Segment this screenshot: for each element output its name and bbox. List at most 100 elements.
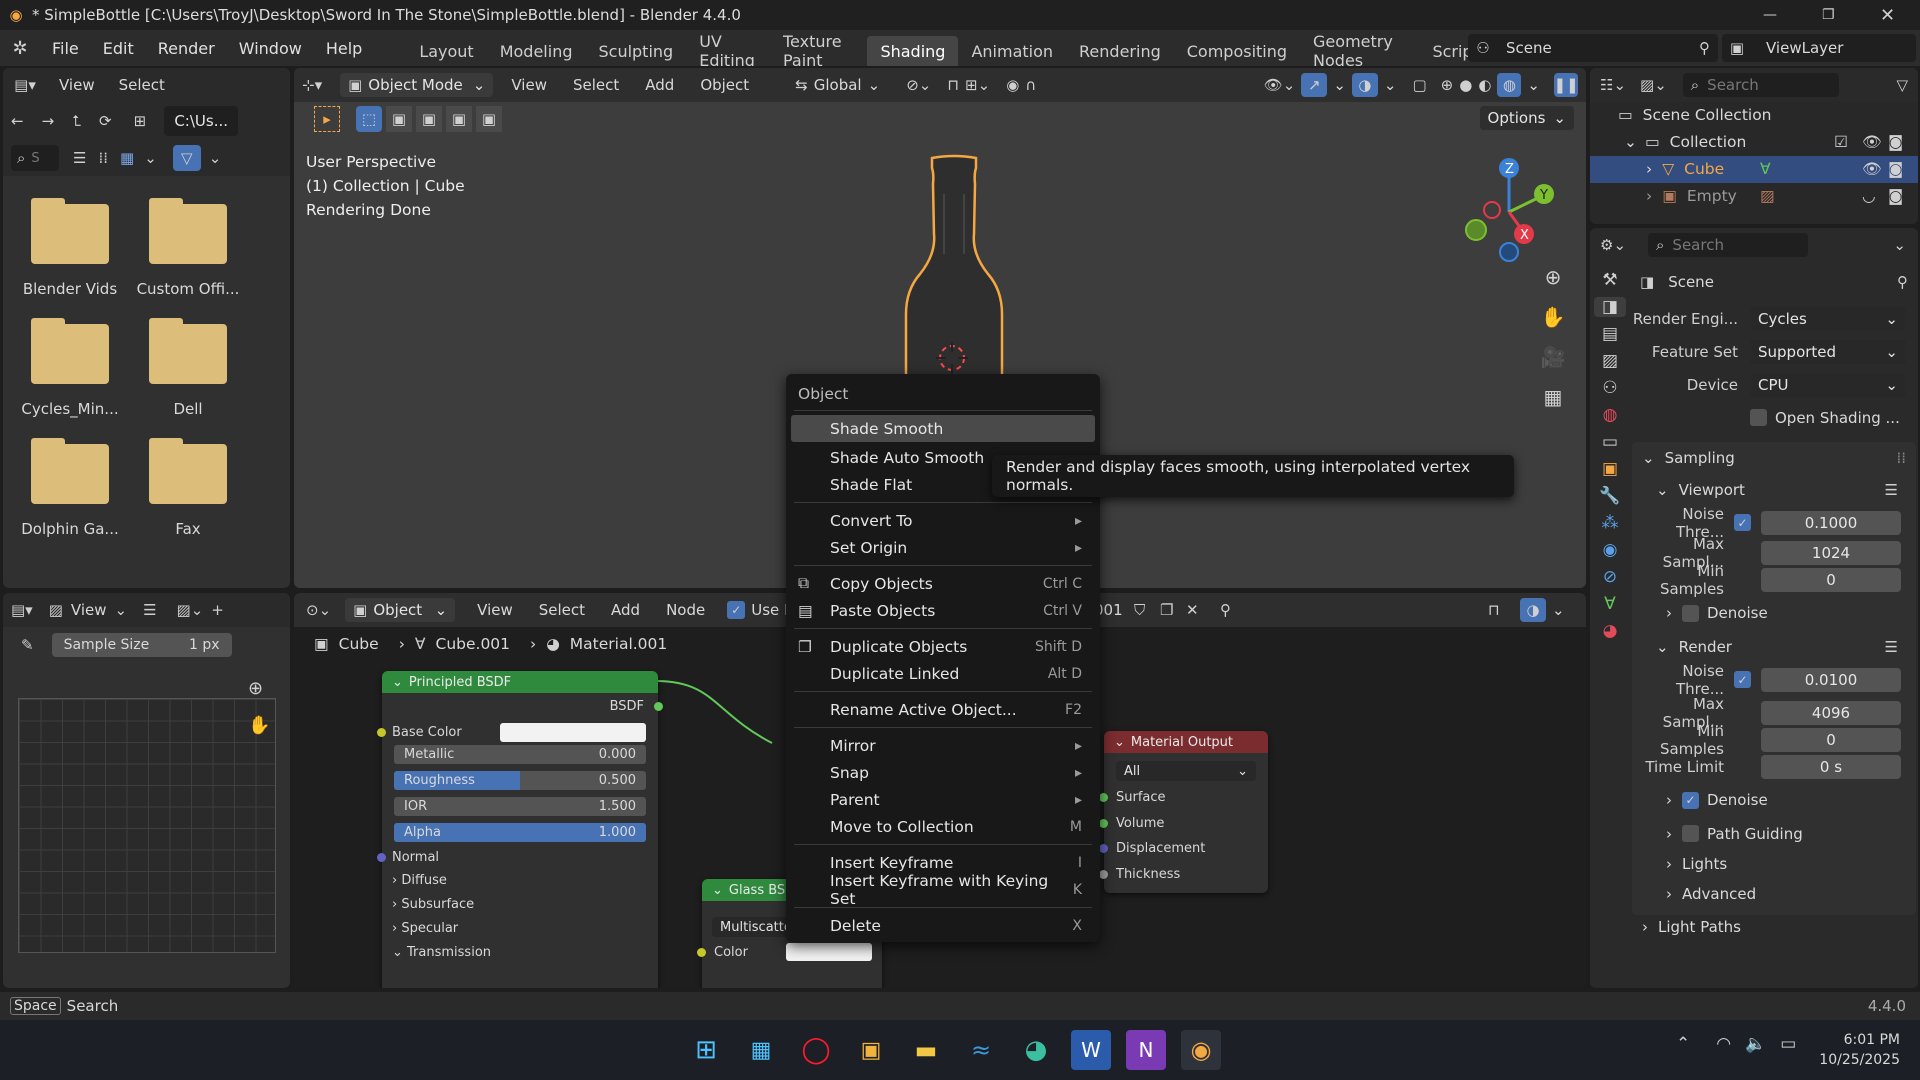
hand-icon[interactable]: ✋ (1536, 300, 1570, 334)
tab-rendering[interactable]: Rendering (1066, 36, 1174, 66)
file-select-menu[interactable]: Select (119, 76, 165, 94)
outliner-item-cube[interactable]: › ▽ Cube ∀ 👁 ◙ (1590, 156, 1918, 183)
outliner-item-empty[interactable]: › ▣ Empty ▨ ◡ ◙ (1590, 183, 1918, 210)
maximize-icon[interactable]: ❐ (1822, 7, 1835, 23)
checkbox-icon[interactable]: ☑ (1834, 129, 1848, 156)
duplicate-material-icon[interactable]: ❐ (1160, 601, 1173, 619)
volume-icon[interactable]: 🔈 (1745, 1034, 1766, 1054)
feature-set-dropdown[interactable]: Supported ⌄ (1750, 339, 1906, 364)
viewport-add-menu[interactable]: Add (645, 76, 674, 94)
base-color-socket[interactable] (377, 727, 386, 737)
blender-menu-icon[interactable]: ✲ (0, 38, 40, 59)
dolphin-icon[interactable]: ≈ (961, 1030, 1001, 1070)
overlay-toggle-icon[interactable]: ◑ (1520, 598, 1546, 622)
menu-window[interactable]: Window (227, 30, 314, 66)
convert-to-item[interactable]: Convert To ▸ (786, 507, 1100, 534)
node-view-menu[interactable]: View (477, 601, 513, 619)
time-limit-field[interactable]: 0 s (1761, 754, 1901, 779)
rename-item[interactable]: Rename Active Object... F2 (786, 696, 1100, 723)
principled-bsdf-node[interactable]: ⌄ Principled BSDF BSDF Base Color Metalli… (377, 671, 663, 988)
modifier-tab-icon[interactable]: 🔧 (1599, 486, 1620, 506)
use-nodes-checkbox[interactable]: ✓ (727, 601, 746, 619)
node-select-menu[interactable]: Select (539, 601, 585, 619)
path-field[interactable]: C:\Us... (164, 106, 239, 136)
folder-item[interactable]: Dolphin Ga... (11, 436, 129, 538)
select-new-icon[interactable]: ⬚ (356, 106, 382, 132)
render-denoise-row[interactable]: › ✓ Denoise (1632, 780, 1916, 820)
outliner-search-input[interactable]: ⌕ Search (1682, 73, 1839, 97)
windows-start-icon[interactable]: ⊞ (686, 1030, 726, 1070)
chevron-up-icon[interactable]: ⌃ (1676, 1034, 1690, 1054)
view-layer-tab-icon[interactable]: ▨ (1602, 351, 1618, 371)
render-denoise-checkbox[interactable]: ✓ (1682, 791, 1699, 809)
tool-tab-icon[interactable]: ⚒ (1602, 270, 1617, 290)
scene-tab-icon[interactable]: ⚇ (1602, 378, 1617, 398)
pin-icon[interactable]: ⚲ (1699, 39, 1710, 57)
editor-type-icon[interactable]: ▤▾ (11, 601, 33, 619)
navigation-gizmo[interactable]: Z Y X (1454, 152, 1564, 262)
editor-type-icon[interactable]: ⊙⌄ (306, 601, 331, 619)
close-icon[interactable]: ✕ (1880, 5, 1895, 26)
render-noise-checkbox[interactable]: ✓ (1734, 671, 1751, 688)
pin-icon[interactable]: ⚲ (1897, 273, 1908, 291)
rendered-shading-icon[interactable]: ◍ (1497, 73, 1522, 97)
breadcrumb-object[interactable]: Cube (339, 635, 379, 653)
eye-icon[interactable]: 👁 (1862, 156, 1882, 183)
surface-socket[interactable] (1099, 793, 1108, 803)
sampling-panel-header[interactable]: ⌄ Sampling ⁞⁞ (1632, 442, 1916, 474)
camera-icon[interactable]: 🎥 (1536, 340, 1570, 374)
tab-modeling[interactable]: Modeling (487, 36, 586, 66)
collection-tab-icon[interactable]: ▭ (1602, 432, 1618, 452)
tab-animation[interactable]: Animation (958, 36, 1066, 66)
panel-specular[interactable]: › Specular (392, 917, 658, 941)
viewport-max-samples-field[interactable]: 1024 (1761, 540, 1901, 565)
grid-perspective-icon[interactable]: ▦ (1536, 380, 1570, 414)
image-canvas-grid[interactable] (18, 698, 276, 953)
transform-orientation-icon[interactable]: ⇆ (795, 76, 808, 94)
panel-diffuse[interactable]: › Diffuse (392, 869, 658, 893)
editor-type-icon[interactable]: ⚙⌄ (1600, 236, 1626, 254)
mirror-item[interactable]: Mirror ▸ (786, 732, 1100, 759)
bsdf-node-header[interactable]: ⌄ Principled BSDF (382, 671, 658, 693)
editor-type-icon[interactable]: ☷⌄ (1600, 76, 1626, 94)
hand-icon[interactable]: ✋ (248, 715, 270, 736)
folder-item[interactable]: Blender Vids (11, 196, 129, 298)
scene-selector[interactable]: ⚇ Scene ⚲ (1468, 34, 1718, 62)
shade-smooth-item[interactable]: Shade Smooth (791, 415, 1095, 442)
back-icon[interactable]: ← (11, 112, 24, 130)
advanced-row[interactable]: › Advanced (1632, 880, 1916, 907)
bsdf-output-socket[interactable] (654, 701, 663, 711)
store-icon[interactable]: ▣ (851, 1030, 891, 1070)
ior-slider[interactable]: IOR 1.500 (394, 797, 646, 816)
filter-icon[interactable]: ▽ (1896, 76, 1908, 94)
mode-dropdown[interactable]: ▣ Object Mode ⌄ (340, 73, 494, 97)
insert-keyframe-keying-set-item[interactable]: Insert Keyframe with Keying Set K (786, 872, 1100, 908)
overlay-toggle-icon[interactable]: ◑ (1351, 73, 1378, 97)
tab-shading[interactable]: Shading (867, 36, 959, 66)
presets-icon[interactable]: ☰ (1885, 638, 1898, 656)
zoom-icon[interactable]: ⊕ (1536, 260, 1570, 294)
viewport-denoise-checkbox[interactable] (1682, 604, 1699, 622)
filter-icon[interactable]: ▽ (172, 145, 201, 171)
select-extend-icon[interactable]: ▣ (386, 106, 412, 132)
collection-row[interactable]: ⌄ ▭ Collection ☑ 👁 ◙ (1590, 129, 1918, 156)
eye-icon[interactable]: 👁 (1862, 129, 1882, 156)
tab-texture-paint[interactable]: Texture Paint (770, 32, 867, 66)
scene-collection-row[interactable]: ▭ Scene Collection (1590, 102, 1918, 129)
snap-item[interactable]: Snap ▸ (786, 759, 1100, 786)
battery-icon[interactable]: ▭ (1780, 1034, 1796, 1054)
fake-user-icon[interactable]: ⛉ (1134, 601, 1145, 619)
metallic-slider[interactable]: Metallic 0.000 (394, 745, 646, 764)
zoom-icon[interactable]: ⊕ (248, 678, 263, 699)
thumbnails-icon[interactable]: ▦ (120, 149, 134, 167)
object-tab-icon[interactable]: ▣ (1602, 459, 1618, 479)
output-tab-icon[interactable]: ▤ (1602, 324, 1618, 344)
image-view-menu[interactable]: View (71, 601, 107, 619)
menu-file[interactable]: File (40, 30, 91, 66)
tab-geometry-nodes[interactable]: Geometry Nodes (1300, 32, 1419, 66)
3d-cursor-icon[interactable] (932, 338, 972, 378)
menu-edit[interactable]: Edit (91, 30, 146, 66)
blender-taskbar-icon[interactable]: ◉ (1181, 1030, 1221, 1070)
eyedropper-icon[interactable]: ✎ (21, 636, 34, 654)
tab-layout[interactable]: Layout (406, 36, 486, 66)
